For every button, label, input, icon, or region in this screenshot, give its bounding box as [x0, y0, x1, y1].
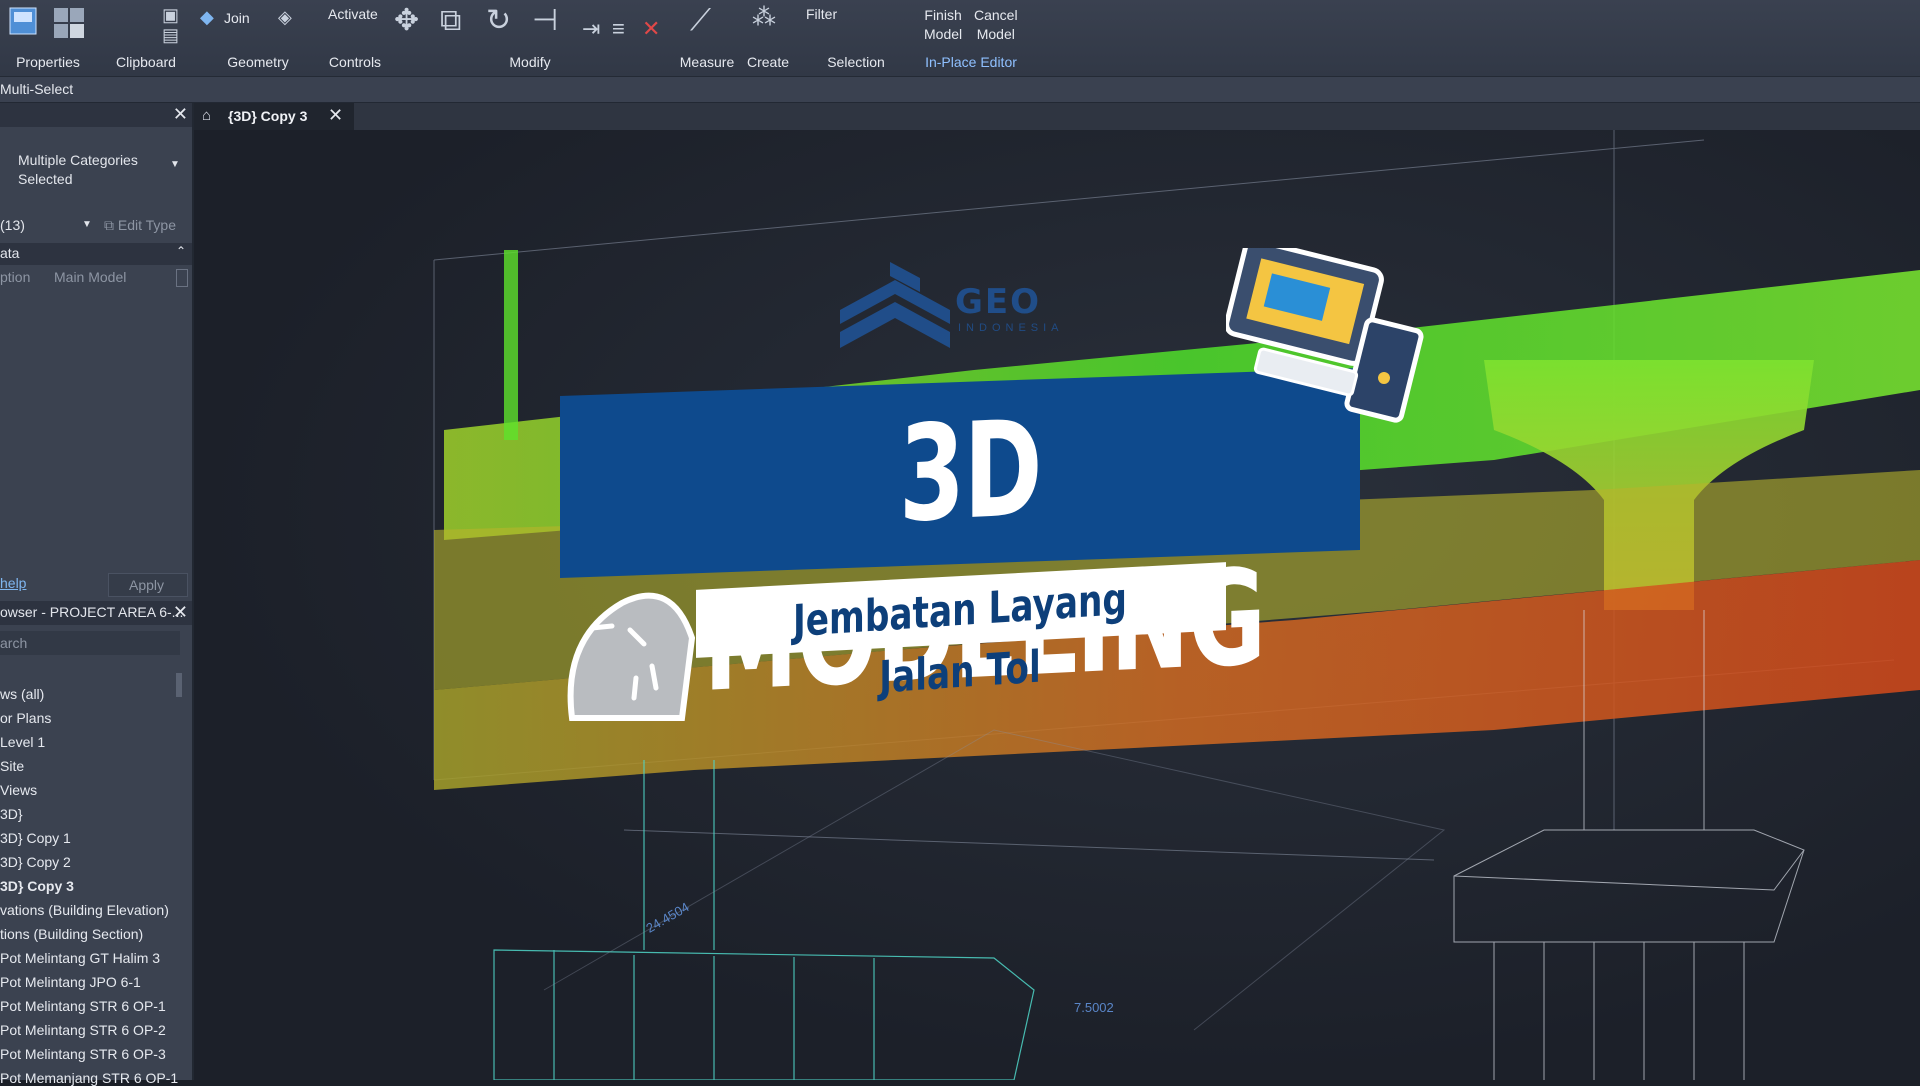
- home-icon: ⌂: [202, 107, 212, 124]
- trim-icon[interactable]: ⊣: [532, 6, 558, 36]
- apply-label: Apply: [129, 577, 165, 593]
- property-row-value[interactable]: Main Model: [54, 269, 126, 285]
- properties-header: ✕: [0, 103, 192, 127]
- browser-item[interactable]: Site: [0, 758, 24, 774]
- left-pile-cap-wireframe: [493, 760, 1035, 1080]
- browser-item[interactable]: Pot Melintang GT Halim 3: [0, 950, 160, 966]
- dimension-label-2: 7.5002: [1074, 1000, 1114, 1015]
- browser-item[interactable]: 3D} Copy 3: [0, 878, 74, 894]
- in-place-editor-group[interactable]: Finish Model Cancel Model In-Place Edito…: [916, 0, 1026, 76]
- geo-logo-icon: [840, 262, 950, 348]
- group-label-modify: Modify: [509, 54, 551, 70]
- group-label-clipboard: Clipboard: [116, 54, 176, 70]
- join-icon: ◆: [200, 7, 214, 27]
- browser-scrollbar[interactable]: [176, 673, 182, 697]
- instance-count[interactable]: (13): [0, 217, 25, 233]
- browser-item[interactable]: Views: [0, 782, 37, 798]
- ground-outline: [543, 729, 1446, 1031]
- count-chevron-icon[interactable]: ▼: [82, 219, 92, 230]
- browser-search-input[interactable]: arch: [0, 631, 180, 655]
- browser-item[interactable]: or Plans: [0, 710, 51, 726]
- selection-group[interactable]: Filter Selection: [796, 0, 916, 76]
- join-button[interactable]: Join: [224, 10, 250, 26]
- apply-button[interactable]: Apply: [108, 573, 188, 597]
- browser-item[interactable]: Pot Memanjang STR 6 OP-1: [0, 1070, 178, 1086]
- properties-group[interactable]: Properties: [0, 0, 96, 76]
- create-icon: ⁂: [752, 4, 776, 31]
- view-tab-bar: ⌂ {3D} Copy 3 ✕: [194, 103, 1920, 130]
- group-label-create: Create: [746, 54, 790, 70]
- edit-type-button[interactable]: ⧉ Edit Type: [104, 217, 176, 234]
- paste-icon: ▣: [162, 5, 180, 25]
- cut-geometry-icon[interactable]: ◈: [278, 8, 292, 26]
- browser-search-placeholder: arch: [0, 635, 28, 651]
- copy-element-icon[interactable]: ⧉: [440, 6, 461, 36]
- left-panel: ✕ Multiple Categories Selected ▼ (13) ▼ …: [0, 103, 194, 1086]
- close-tab-icon[interactable]: ✕: [328, 105, 343, 126]
- group-label-controls: Controls: [328, 54, 382, 70]
- delete-icon[interactable]: ✕: [642, 18, 660, 40]
- property-checkbox[interactable]: [176, 269, 188, 287]
- copy-icon: ▤: [162, 25, 180, 45]
- measure-group[interactable]: ⟋ Measure: [672, 0, 742, 76]
- pole-points: [504, 250, 518, 440]
- browser-item[interactable]: Pot Melintang STR 6 OP-1: [0, 998, 166, 1014]
- close-browser-icon[interactable]: ✕: [173, 601, 188, 623]
- project-browser-header: owser - PROJECT AREA 6-... ✕: [0, 601, 192, 625]
- multiselect-bar: Multi-Select: [0, 77, 1920, 103]
- browser-item[interactable]: tions (Building Section): [0, 926, 143, 942]
- finish-model-button[interactable]: Finish Model: [924, 6, 962, 44]
- edit-type-label: Edit Type: [117, 217, 177, 233]
- data-section-label: ata: [0, 245, 20, 261]
- move-icon[interactable]: ✥: [394, 6, 419, 36]
- browser-item[interactable]: 3D} Copy 2: [0, 854, 71, 870]
- split-icon[interactable]: ⇥: [582, 18, 600, 40]
- align-icon[interactable]: ≡: [612, 18, 625, 40]
- property-row-label: ption: [0, 269, 31, 285]
- group-label-geometry: Geometry: [227, 54, 289, 70]
- browser-item[interactable]: ws (all): [0, 686, 44, 702]
- type-properties-icon: [52, 6, 88, 46]
- group-label-properties: Properties: [16, 54, 80, 70]
- cancel-model-button[interactable]: Cancel Model: [974, 6, 1018, 44]
- activate-button[interactable]: Activate: [328, 6, 378, 22]
- properties-icon: [8, 6, 38, 42]
- clipboard-group[interactable]: ▣ ▤ Clipboard: [100, 0, 192, 76]
- browser-item[interactable]: Level 1: [0, 734, 45, 750]
- measure-icon: ⟋: [690, 4, 711, 37]
- properties-help-link[interactable]: help: [0, 575, 26, 591]
- create-group[interactable]: ⁂ Create: [742, 0, 794, 76]
- type-selector[interactable]: Multiple Categories Selected: [18, 151, 138, 189]
- computer-icon: [1226, 248, 1424, 423]
- filter-button[interactable]: Filter: [806, 6, 837, 22]
- road-icon: [567, 592, 696, 721]
- logo-text: GEO: [955, 282, 1042, 322]
- logo-subtext: INDONESIA: [958, 322, 1064, 334]
- browser-item[interactable]: 3D} Copy 1: [0, 830, 71, 846]
- view-tab-label: {3D} Copy 3: [228, 108, 308, 124]
- multiselect-label: Multi-Select: [0, 81, 74, 97]
- modify-group[interactable]: ✥ ⧉ ↻ ⊣ ⇥ ≡ ✕ Modify: [390, 0, 670, 76]
- browser-item[interactable]: 3D}: [0, 806, 23, 822]
- group-label-in-place-editor: In-Place Editor: [925, 54, 1017, 70]
- controls-group[interactable]: Activate Controls: [320, 0, 390, 76]
- geometry-group[interactable]: ◆ Join ◈ Geometry: [196, 0, 320, 76]
- data-section-header[interactable]: ata ⌃: [0, 243, 192, 265]
- project-browser-title: owser - PROJECT AREA 6-...: [0, 604, 184, 620]
- browser-item[interactable]: Pot Melintang STR 6 OP-2: [0, 1022, 166, 1038]
- browser-item[interactable]: vations (Building Elevation): [0, 902, 169, 918]
- rotate-icon[interactable]: ↻: [486, 6, 511, 36]
- browser-item[interactable]: Pot Melintang JPO 6-1: [0, 974, 141, 990]
- close-properties-icon[interactable]: ✕: [173, 103, 188, 125]
- ribbon: Properties ▣ ▤ Clipboard ◆ Join ◈ Geomet…: [0, 0, 1920, 77]
- type-selector-chevron-icon[interactable]: ▼: [170, 159, 180, 170]
- group-label-selection: Selection: [827, 54, 885, 70]
- collapse-icon[interactable]: ⌃: [176, 244, 186, 258]
- group-label-measure: Measure: [679, 54, 735, 70]
- browser-item[interactable]: Pot Melintang STR 6 OP-3: [0, 1046, 166, 1062]
